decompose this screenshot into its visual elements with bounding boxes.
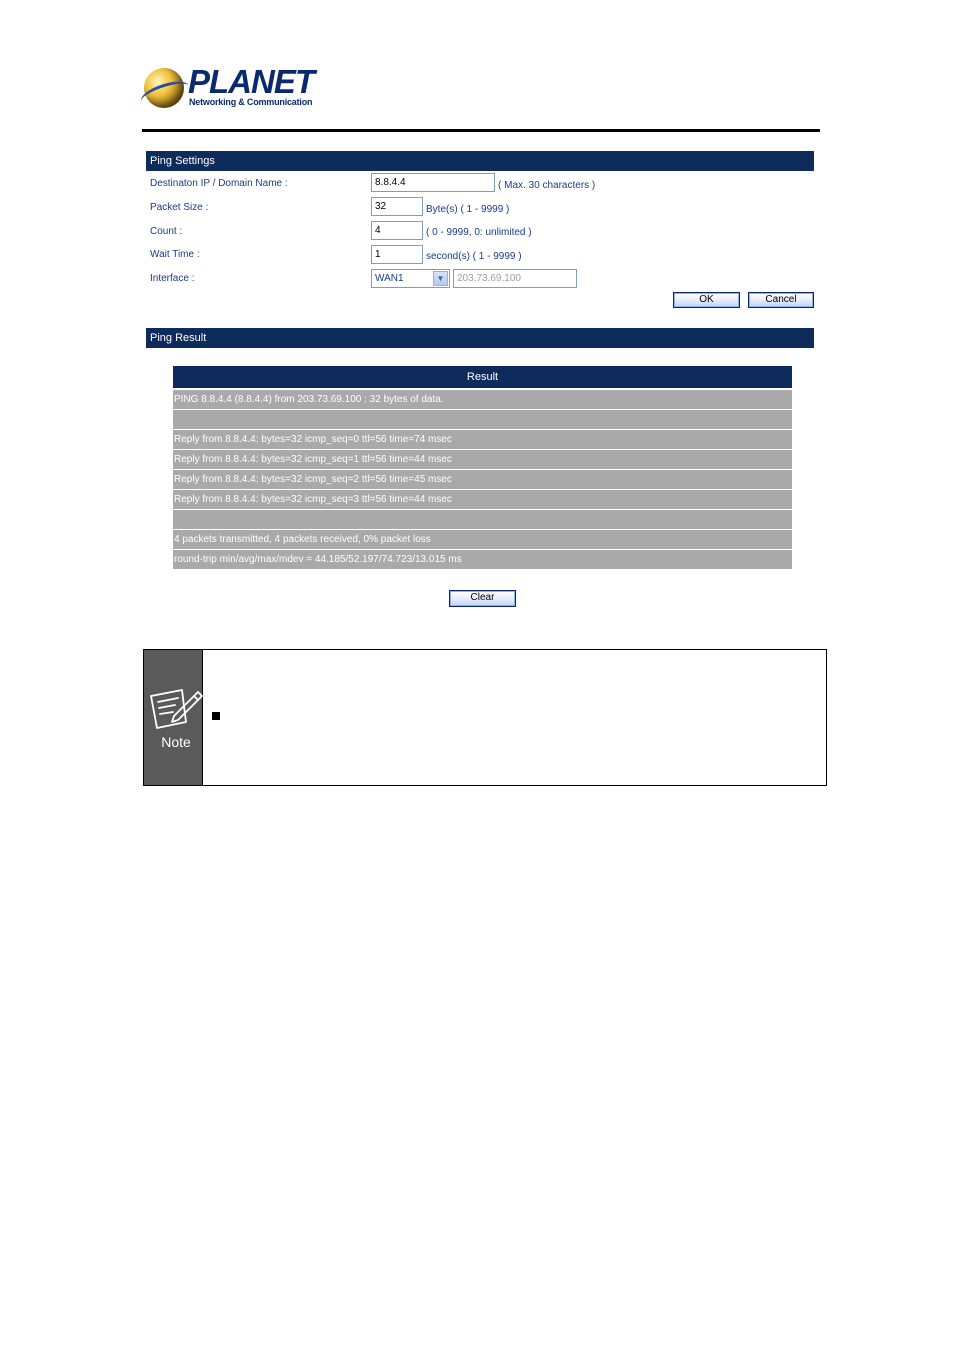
wait-time-input[interactable]: 1: [371, 245, 423, 264]
note-label: Note: [161, 734, 191, 750]
result-column-header: Result: [173, 366, 792, 388]
interface-label: Interface :: [150, 273, 195, 284]
clear-button[interactable]: Clear: [449, 590, 516, 607]
count-input[interactable]: 4: [371, 221, 423, 240]
result-row: Reply from 8.8.4.4: bytes=32 icmp_seq=0 …: [173, 430, 792, 449]
cancel-button[interactable]: Cancel: [748, 292, 814, 308]
interface-selected: WAN1: [375, 273, 404, 284]
result-row: 4 packets transmitted, 4 packets receive…: [173, 530, 792, 549]
note-box: [143, 649, 827, 786]
wait-time-hint: second(s) ( 1 - 9999 ): [426, 251, 522, 262]
result-row: round-trip min/avg/max/mdev = 44.185/52.…: [173, 550, 792, 569]
ping-result-header: Ping Result: [146, 328, 814, 348]
destination-label: Destinaton IP / Domain Name :: [150, 178, 288, 189]
logo-tagline: Networking & Communication: [189, 97, 313, 107]
result-row: [173, 410, 792, 429]
result-row: Reply from 8.8.4.4: bytes=32 icmp_seq=2 …: [173, 470, 792, 489]
result-row: Reply from 8.8.4.4: bytes=32 icmp_seq=1 …: [173, 450, 792, 469]
result-row: [173, 510, 792, 529]
result-row: PING 8.8.4.4 (8.8.4.4) from 203.73.69.10…: [173, 390, 792, 409]
ping-settings-header: Ping Settings: [146, 151, 814, 171]
logo-brand: PLANET: [188, 63, 315, 100]
ok-button[interactable]: OK: [673, 292, 740, 308]
packet-size-label: Packet Size :: [150, 202, 209, 213]
interface-ip-field: 203.73.69.100: [453, 269, 577, 288]
count-hint: ( 0 - 9999, 0: unlimited ): [426, 227, 532, 238]
interface-select[interactable]: WAN1 ▼: [371, 269, 450, 288]
note-pen-icon: [150, 689, 203, 729]
chevron-down-icon[interactable]: ▼: [433, 271, 448, 286]
packet-size-hint: Byte(s) ( 1 - 9999 ): [426, 204, 510, 215]
bullet-icon: [212, 712, 220, 720]
header-divider: [142, 129, 820, 132]
destination-input[interactable]: 8.8.4.4: [371, 173, 495, 192]
packet-size-input[interactable]: 32: [371, 197, 423, 216]
result-row: Reply from 8.8.4.4: bytes=32 icmp_seq=3 …: [173, 490, 792, 509]
destination-hint: ( Max. 30 characters ): [498, 180, 596, 191]
wait-time-label: Wait Time :: [150, 249, 200, 260]
count-label: Count :: [150, 226, 183, 237]
